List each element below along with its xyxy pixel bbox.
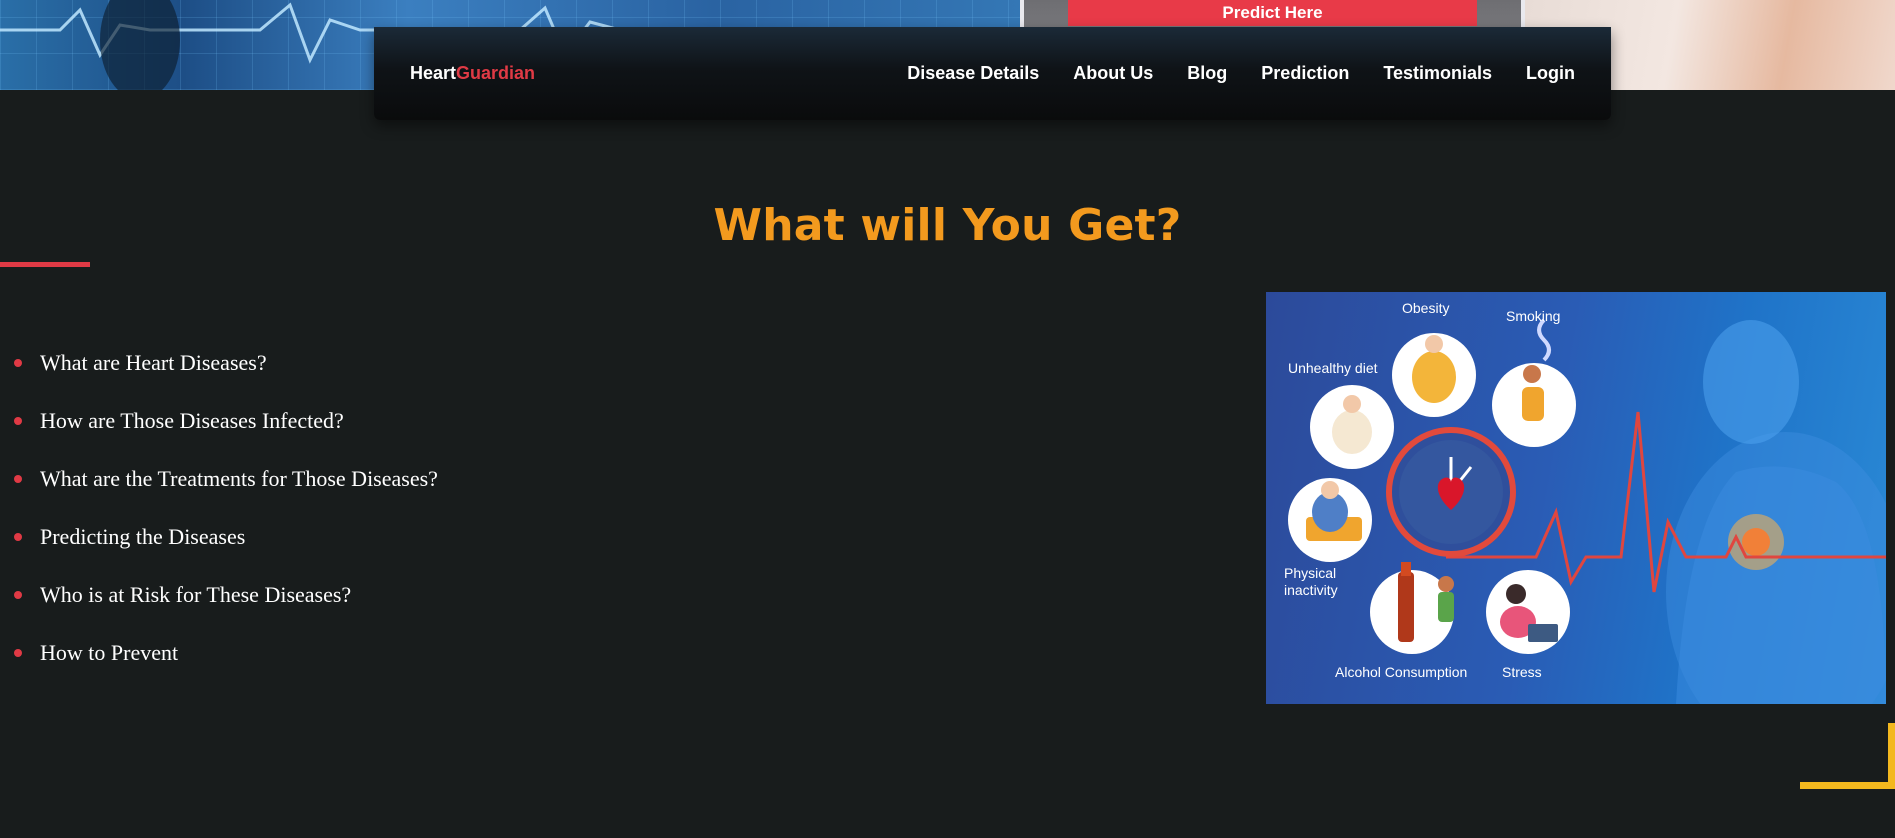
label-alcohol-consumption: Alcohol Consumption [1335, 664, 1468, 680]
topic-list: What are Heart Diseases? How are Those D… [0, 334, 438, 682]
page: Predict Here HeartGuardian Disease Detai… [0, 0, 1895, 838]
bullet-icon [14, 649, 22, 657]
nav-link-prediction[interactable]: Prediction [1261, 63, 1349, 84]
list-item[interactable]: How to Prevent [0, 624, 438, 682]
bullet-icon [14, 359, 22, 367]
bullet-icon [14, 591, 22, 599]
list-item-label: Who is at Risk for These Diseases? [40, 582, 352, 607]
brand-name-part1: Heart [410, 63, 457, 83]
nav-link-login[interactable]: Login [1526, 63, 1575, 84]
navbar: HeartGuardian Disease Details About Us B… [374, 27, 1611, 120]
nav-link-testimonials[interactable]: Testimonials [1383, 63, 1492, 84]
label-smoking: Smoking [1506, 308, 1561, 324]
corner-decoration [1800, 782, 1895, 789]
bullet-icon [14, 533, 22, 541]
brand-name-part2: Guardian [456, 63, 536, 83]
list-item[interactable]: Who is at Risk for These Diseases? [0, 566, 438, 624]
accent-divider [0, 262, 90, 267]
nav-link-blog[interactable]: Blog [1187, 63, 1227, 84]
list-item-label: How to Prevent [40, 640, 179, 665]
list-item[interactable]: Predicting the Diseases [0, 508, 438, 566]
label-obesity: Obesity [1402, 300, 1450, 316]
infographic-graphic [1288, 318, 1886, 704]
list-item[interactable]: What are Heart Diseases? [0, 334, 438, 392]
nav-links: Disease Details About Us Blog Prediction… [907, 63, 1575, 84]
corner-decoration [1888, 723, 1895, 789]
bullet-icon [14, 475, 22, 483]
list-item-label: What are the Treatments for Those Diseas… [40, 466, 438, 491]
label-unhealthy-diet: Unhealthy diet [1288, 360, 1378, 376]
section-title: What will You Get? [713, 200, 1182, 251]
label-stress: Stress [1502, 664, 1542, 680]
list-item-label: How are Those Diseases Infected? [40, 408, 344, 433]
nav-link-disease-details[interactable]: Disease Details [907, 63, 1039, 84]
list-item[interactable]: What are the Treatments for Those Diseas… [0, 450, 438, 508]
nav-link-about-us[interactable]: About Us [1073, 63, 1153, 84]
heart-risk-infographic: Obesity Smoking Unhealthy diet Physical … [1266, 292, 1886, 704]
brand-logo[interactable]: HeartGuardian [410, 63, 535, 84]
list-item-label: Predicting the Diseases [40, 524, 246, 549]
label-physical-inactivity-1: Physical [1284, 565, 1337, 581]
list-item[interactable]: How are Those Diseases Infected? [0, 392, 438, 450]
list-item-label: What are Heart Diseases? [40, 350, 267, 375]
bullet-icon [14, 417, 22, 425]
label-physical-inactivity-2: inactivity [1284, 582, 1338, 598]
predict-here-button[interactable]: Predict Here [1068, 0, 1477, 26]
